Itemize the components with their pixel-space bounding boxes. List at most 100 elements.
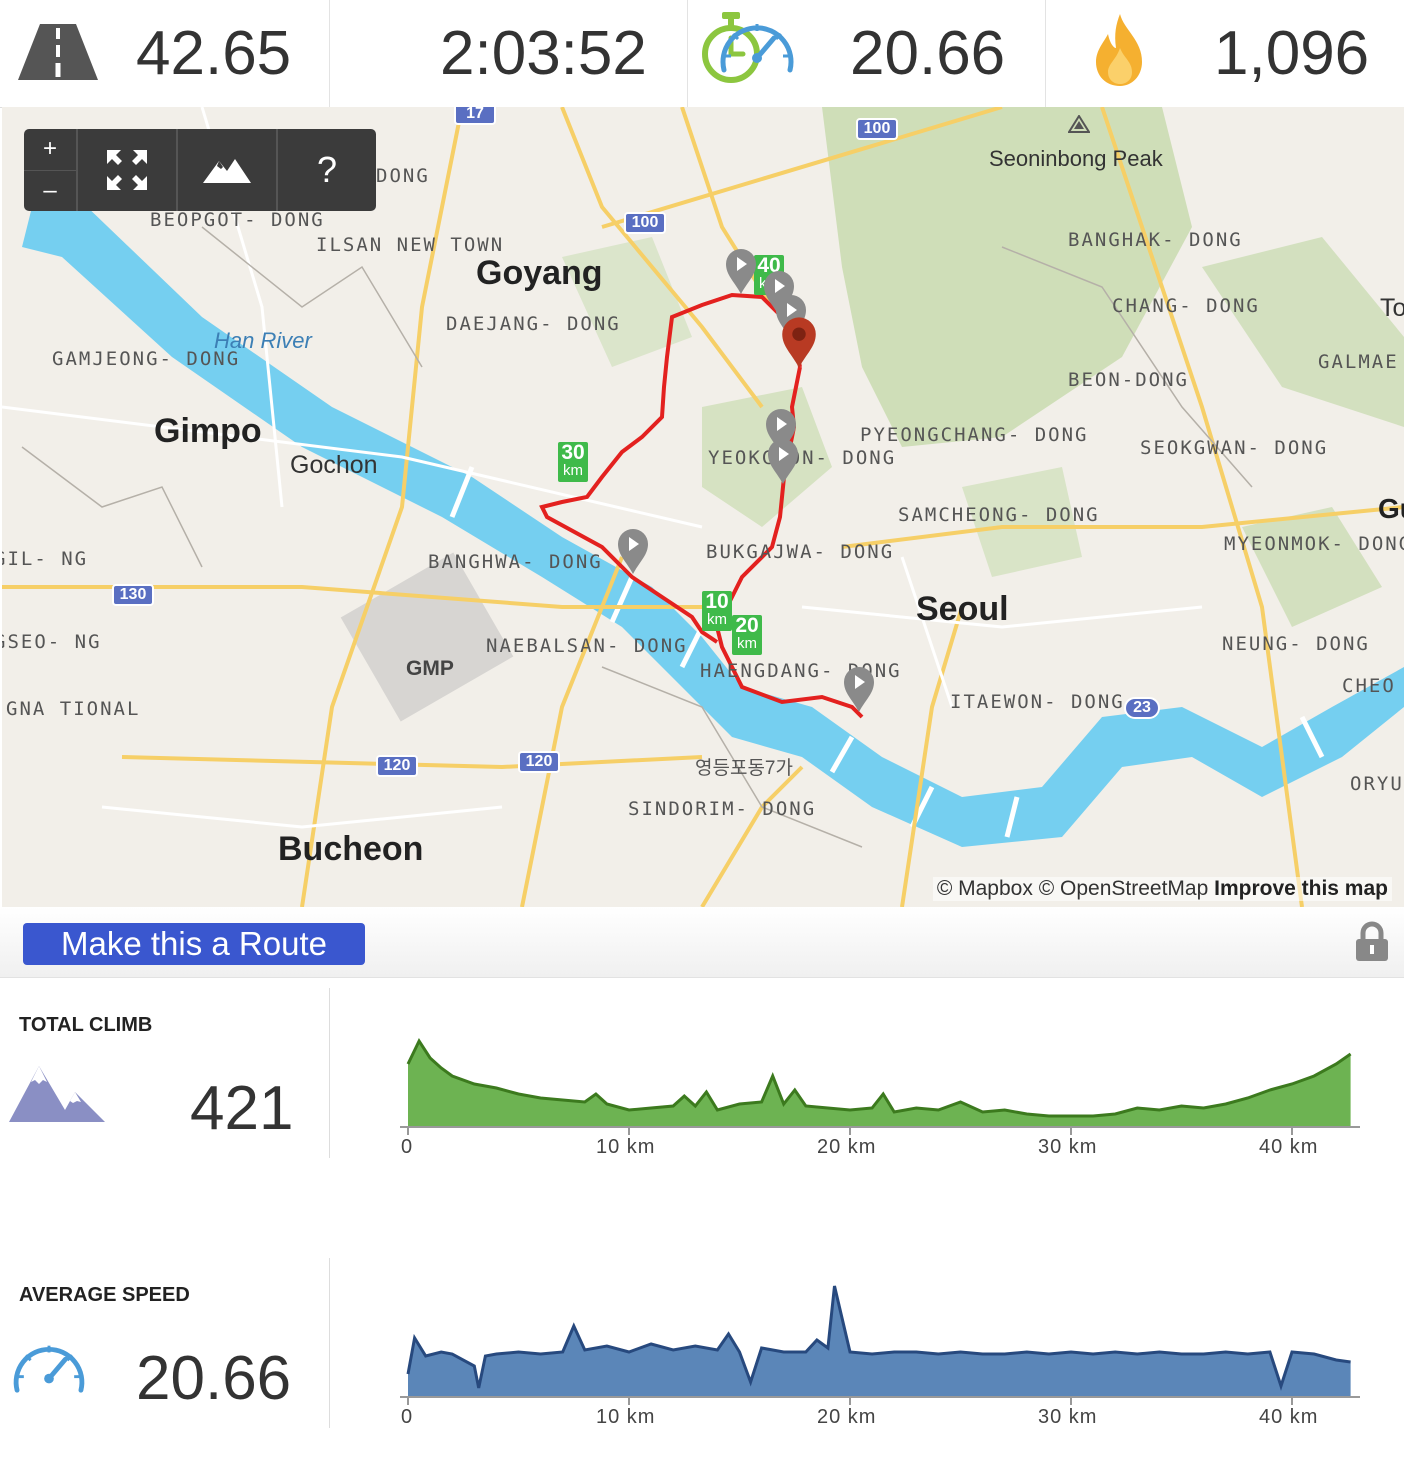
average-speed-label: AVERAGE SPEED — [19, 1284, 190, 1306]
fullscreen-button[interactable] — [78, 129, 178, 211]
speed-tick: 30 km — [1038, 1406, 1098, 1428]
map-label-banghak-dong: BANGHAK- DONG — [1068, 229, 1243, 251]
zoom-in-button[interactable]: + — [24, 129, 76, 171]
stats-bar: 42.65 2:03:52 20.66 1,096 — [0, 0, 1404, 108]
speed-area — [408, 1286, 1351, 1396]
zoom-controls: + – — [24, 129, 78, 211]
map-label-yeongdeungpo: 영등포동7가 — [695, 758, 793, 779]
map-label-gochon: Gochon — [290, 451, 378, 479]
flame-icon — [1096, 14, 1142, 86]
map-label-samcheong-dong: SAMCHEONG- DONG — [898, 504, 1100, 526]
duration-value: 2:03:52 — [440, 19, 647, 88]
map-label-seoul: Seoul — [916, 590, 1009, 628]
map-label-yeokchon-dong: YEOKCHON- DONG — [708, 447, 897, 469]
speedometer-icon — [720, 24, 794, 73]
road-shield-130: 130 — [112, 584, 154, 606]
map-label-partial-dong: DONG — [376, 165, 430, 187]
map-controls: + – ? — [24, 129, 376, 211]
speedometer-icon — [13, 1345, 85, 1393]
route-map[interactable]: Goyang Gimpo Seoul Bucheon Gochon Seonin… — [2, 107, 1404, 907]
improve-map-link[interactable]: Improve this map — [1214, 877, 1388, 900]
map-label-bucheon: Bucheon — [278, 830, 424, 868]
distance-value: 42.65 — [136, 19, 292, 88]
map-label-itaewon-dong: ITAEWON- DONG — [950, 691, 1125, 713]
map-label-cheo-do: CHEO DO — [1342, 675, 1404, 697]
speed-value: 20.66 — [850, 19, 1006, 88]
map-label-neung-dong: NEUNG- DONG — [1222, 633, 1370, 655]
map-label-banghwa-dong: BANGHWA- DONG — [428, 551, 603, 573]
map-label-partial-gu: Gu — [1378, 493, 1404, 524]
photo-pin-icon[interactable] — [616, 527, 650, 575]
km-marker-20: 20 km — [732, 615, 762, 655]
duration-stat: 2:03:52 — [330, 0, 760, 107]
elevation-tick: 40 km — [1259, 1136, 1319, 1158]
road-shield-23: 23 — [1124, 697, 1160, 719]
map-label-ilsan-new-town: ILSAN NEW TOWN — [316, 234, 505, 256]
speed-panel: AVERAGE SPEED 20.66 0 10 km 20 km 30 km … — [0, 1248, 1404, 1464]
elevation-panel: TOTAL CLIMB 421 0 10 km 20 km 30 km 40 k… — [0, 978, 1404, 1248]
map-label-pyeongchang-dong: PYEONGCHANG- DONG — [860, 424, 1089, 446]
map-label-beon-dong: BEON-DONG — [1068, 369, 1189, 391]
elevation-divider — [329, 988, 330, 1158]
map-label-seoninbong-peak: Seoninbong Peak — [989, 146, 1163, 171]
map-label-galmae-dong: GALMAE DONG — [1318, 351, 1404, 373]
map-label-seokgwan-dong: SEOKGWAN- DONG — [1140, 437, 1329, 459]
photo-pin-icon[interactable] — [842, 665, 876, 713]
speed-tick: 0 — [401, 1406, 414, 1428]
terrain-button[interactable] — [178, 129, 278, 211]
speed-chart[interactable] — [400, 1268, 1360, 1408]
zoom-out-button[interactable]: – — [24, 171, 76, 212]
help-button[interactable]: ? — [278, 129, 376, 211]
road-shield-120-west: 120 — [376, 755, 418, 777]
elevation-tick: 20 km — [817, 1136, 877, 1158]
average-speed-value: 20.66 — [136, 1344, 292, 1413]
speed-divider — [329, 1258, 330, 1428]
map-label-daejang-dong: DAEJANG- DONG — [446, 313, 621, 335]
map-label-edge-3: GNA TIONAL — [6, 698, 141, 720]
map-label-goyang: Goyang — [476, 254, 603, 292]
elevation-area — [408, 1041, 1351, 1126]
map-label-edge-1: GIL- NG — [2, 548, 89, 570]
road-shield-100-east: 100 — [856, 118, 898, 140]
map-label-gamjeong-dong: GAMJEONG- DONG — [52, 348, 241, 370]
mountain-icon — [203, 159, 251, 183]
speed-tick: 10 km — [596, 1406, 656, 1428]
speed-tick: 40 km — [1259, 1406, 1319, 1428]
map-label-chang-dong: CHANG- DONG — [1112, 295, 1260, 317]
elevation-chart[interactable] — [400, 998, 1360, 1138]
action-bar: Make this a Route — [0, 907, 1404, 978]
map-label-myeonmok-dong: MYEONMOK- DONG — [1224, 533, 1404, 555]
make-route-button[interactable]: Make this a Route — [23, 923, 365, 965]
road-shield-120-east: 120 — [518, 751, 560, 773]
map-label-oryu-don: ORYU DON — [1350, 773, 1404, 795]
road-shield-17: 17 — [454, 107, 496, 125]
photo-pin-icon[interactable] — [724, 247, 758, 295]
map-label-gimpo: Gimpo — [154, 412, 262, 450]
map-label-gmp: GMP — [406, 657, 454, 680]
photo-pin-icon[interactable] — [766, 437, 800, 485]
map-label-sindorim-dong: SINDORIM- DONG — [628, 798, 817, 820]
map-label-naebalsan-dong: NAEBALSAN- DONG — [486, 635, 688, 657]
km-marker-10: 10 km — [702, 591, 732, 631]
elevation-tick: 10 km — [596, 1136, 656, 1158]
speed-tick: 20 km — [817, 1406, 877, 1428]
road-shield-100-west: 100 — [624, 212, 666, 234]
total-climb-value: 421 — [190, 1074, 294, 1143]
calories-value: 1,096 — [1214, 19, 1370, 88]
map-attribution: © Mapbox © OpenStreetMap Improve this ma… — [932, 877, 1392, 901]
map-label-beopgot-dong: BEOPGOT- DONG — [150, 209, 325, 231]
calories-stat: 1,096 — [1046, 0, 1404, 107]
mountains-icon — [9, 1066, 105, 1122]
road-icon — [18, 24, 98, 80]
lock-icon[interactable] — [1354, 921, 1390, 963]
km-marker-30: 30 km — [558, 442, 588, 482]
openstreetmap-link[interactable]: © OpenStreetMap — [1039, 877, 1209, 900]
map-label-edge-2: GSEO- NG — [2, 631, 102, 653]
map-label-partial-to: To — [1380, 294, 1404, 322]
speed-stat: 20.66 — [688, 0, 1046, 107]
elevation-tick: 0 — [401, 1136, 414, 1158]
mapbox-link[interactable]: © Mapbox — [937, 877, 1033, 900]
end-pin-icon[interactable] — [780, 315, 818, 369]
distance-stat: 42.65 — [0, 0, 330, 107]
elevation-tick: 30 km — [1038, 1136, 1098, 1158]
